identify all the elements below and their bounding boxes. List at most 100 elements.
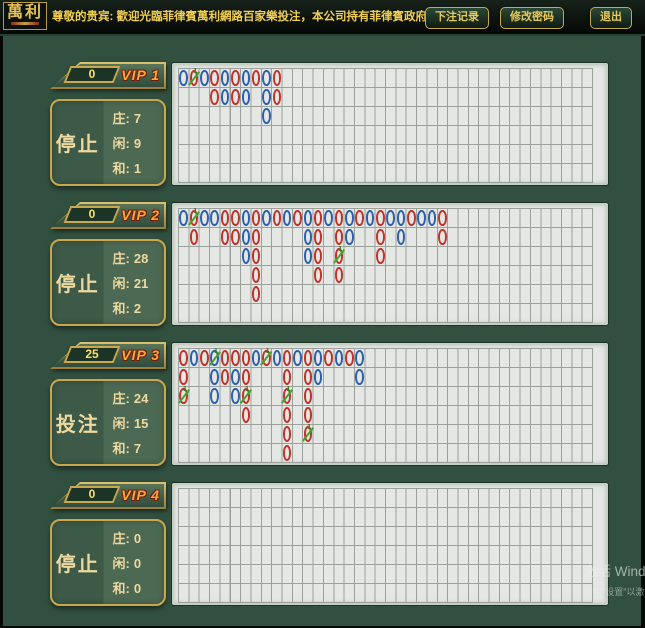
vip1-road-grid: 1 [178, 68, 593, 183]
banker-result-circle [314, 267, 323, 283]
vip2-status: 停止 [52, 241, 104, 324]
banker-result-circle [345, 350, 354, 366]
vip1-amount: 0 [67, 66, 117, 83]
banker-result-circle [376, 248, 385, 264]
vip3-road-grid: 111111 [178, 348, 593, 463]
banker-result-circle [221, 229, 230, 245]
vip2-player-count: 闲: 21 [113, 273, 164, 292]
vip2-road-board[interactable]: 11 [172, 203, 608, 325]
banker-result-circle [242, 407, 251, 423]
header-bar: 萬利 尊敬的贵宾: 歡迎光臨菲律賓萬利網路百家樂投注，本公司持有菲律賓政府批出的… [0, 0, 645, 36]
player-result-circle [210, 369, 219, 385]
banker-result-circle [221, 350, 230, 366]
banker-result-circle [252, 210, 261, 226]
banker-result-circle: 1 [262, 350, 271, 366]
vip4-statbox: 停止 庄:0 闲:0 和:0 [50, 519, 166, 606]
banker-result-circle [283, 369, 292, 385]
brand-logo-text: 萬利 [4, 3, 46, 22]
player-result-circle [304, 210, 313, 226]
banker-label: 庄: [113, 391, 130, 406]
vip4-road-board[interactable] [172, 483, 608, 605]
banker-result-circle [179, 369, 188, 385]
banker-result-circle [252, 248, 261, 264]
tie-count-digit: 1 [245, 386, 249, 393]
vip1-road-board[interactable]: 1 [172, 63, 608, 185]
tie-value: 0 [134, 581, 141, 596]
banker-result-circle [221, 210, 230, 226]
player-result-circle [252, 350, 261, 366]
banker-result-circle [252, 267, 261, 283]
player-result-circle [283, 210, 292, 226]
player-result-circle [397, 210, 406, 226]
vip3-road-board[interactable]: 111111 [172, 343, 608, 465]
banker-result-circle [252, 286, 261, 302]
player-result-circle [314, 369, 323, 385]
player-result-circle [242, 89, 251, 105]
vip2-road-grid: 11 [178, 208, 593, 323]
banker-result-circle [221, 369, 230, 385]
player-result-circle [210, 210, 219, 226]
player-result-circle [221, 89, 230, 105]
player-result-circle [200, 210, 209, 226]
banker-result-circle: 1 [179, 388, 188, 404]
banker-result-circle [200, 350, 209, 366]
vip3-panel: 25 VIP 3 投注 庄:24 闲:15 和:7 [50, 342, 166, 466]
banker-result-circle [293, 210, 302, 226]
player-result-circle [262, 70, 271, 86]
player-result-circle [304, 248, 313, 264]
vip4-road-grid [178, 488, 593, 603]
vip1-player-count: 闲:9 [113, 133, 164, 152]
vip4-tie-count: 和:0 [113, 578, 164, 597]
casino-lobby-screen: 萬利 尊敬的贵宾: 歡迎光臨菲律賓萬利網路百家樂投注，本公司持有菲律賓政府批出的… [0, 0, 645, 628]
change-password-button[interactable]: 修改密码 [500, 7, 564, 29]
welcome-marquee: 尊敬的贵宾: 歡迎光臨菲律賓萬利網路百家樂投注，本公司持有菲律賓政府批出的合法博… [52, 0, 470, 34]
player-result-circle [179, 70, 188, 86]
banker-result-circle [283, 407, 292, 423]
vip1-panel: 0 VIP 1 停止 庄:7 闲:9 和:1 [50, 62, 166, 186]
player-value: 21 [134, 276, 148, 291]
banker-result-circle [438, 229, 447, 245]
player-result-circle [417, 210, 426, 226]
vip2-banker-count: 庄:28 [113, 248, 164, 267]
player-result-circle [221, 70, 230, 86]
vip3-badge: 25 VIP 3 [50, 342, 166, 369]
tie-count-digit: 1 [193, 208, 197, 215]
vip4-badge: 0 VIP 4 [50, 482, 166, 509]
banker-result-circle [314, 210, 323, 226]
player-result-circle [314, 350, 323, 366]
vip1-statbox: 停止 庄:7 闲:9 和:1 [50, 99, 166, 186]
player-result-circle [355, 350, 364, 366]
banker-label: 庄: [113, 531, 130, 546]
banker-result-circle [231, 210, 240, 226]
tie-count-digit: 1 [338, 246, 342, 253]
banker-result-circle: 1 [304, 426, 313, 442]
watermark-line2: 转到"设置"以激活 Windows [584, 585, 645, 598]
player-result-circle [242, 210, 251, 226]
vip4-section: 0 VIP 4 停止 庄:0 闲:0 和:0 [0, 482, 645, 606]
vip1-badge: 0 VIP 1 [50, 62, 166, 89]
banker-result-circle [190, 229, 199, 245]
vip2-panel: 0 VIP 2 停止 庄:28 闲:21 和:2 [50, 202, 166, 326]
tie-count-digit: 1 [183, 386, 187, 393]
player-result-circle [262, 210, 271, 226]
player-result-circle [200, 70, 209, 86]
banker-result-circle: 1 [190, 70, 199, 86]
banker-result-circle [304, 350, 313, 366]
banker-result-circle [273, 89, 282, 105]
vip3-status: 投注 [52, 381, 104, 464]
player-result-circle [262, 89, 271, 105]
player-result-circle [190, 350, 199, 366]
player-result-circle [324, 210, 333, 226]
banker-result-circle [210, 70, 219, 86]
vip4-player-count: 闲:0 [113, 553, 164, 572]
banker-result-circle [335, 267, 344, 283]
vip1-name: VIP 1 [121, 67, 160, 83]
vip2-statbox: 停止 庄:28 闲:21 和:2 [50, 239, 166, 326]
vip2-amount: 0 [67, 206, 117, 223]
bet-history-button[interactable]: 下注记录 [425, 7, 489, 29]
player-result-circle [355, 369, 364, 385]
player-label: 闲: [113, 276, 130, 291]
logout-button[interactable]: 退出 [590, 7, 632, 29]
vip4-amount: 0 [67, 486, 117, 503]
vip1-section: 0 VIP 1 停止 庄:7 闲:9 和:1 1 [0, 62, 645, 186]
